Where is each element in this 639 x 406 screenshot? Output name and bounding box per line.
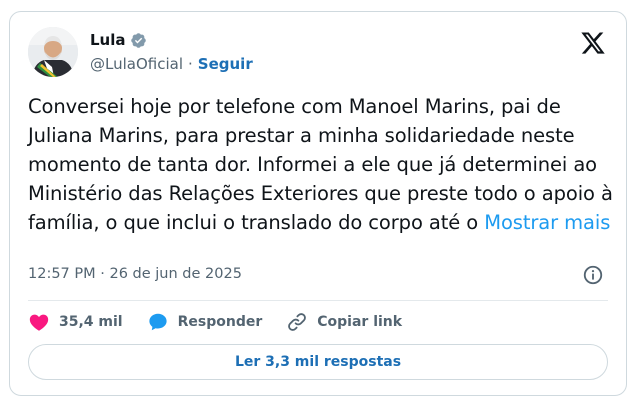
copy-link-button[interactable]: Copiar link — [286, 311, 402, 333]
avatar[interactable] — [28, 27, 78, 77]
show-more-link[interactable]: Mostrar mais — [484, 211, 610, 234]
author-name-row: Lula — [90, 31, 147, 49]
author-name[interactable]: Lula — [90, 31, 126, 49]
like-count: 35,4 mil — [59, 314, 123, 330]
info-icon[interactable] — [582, 264, 604, 286]
verified-badge-icon — [130, 32, 146, 48]
x-logo-icon[interactable] — [580, 30, 606, 56]
reply-bubble-icon — [148, 313, 167, 331]
author-handle-row: @LulaOficial · Seguir — [90, 55, 253, 73]
author-handle[interactable]: @LulaOficial — [90, 55, 183, 73]
like-button[interactable]: 35,4 mil — [28, 311, 123, 333]
tweet-actions: 35,4 mil Responder Copiar link — [28, 309, 426, 335]
heart-icon — [29, 314, 49, 331]
read-replies-button[interactable]: Ler 3,3 mil respostas — [28, 344, 608, 380]
copy-link-label: Copiar link — [317, 314, 403, 330]
separator-dot: · — [188, 55, 193, 73]
reply-label: Responder — [177, 314, 263, 330]
tweet-card: Lula @LulaOficial · Seguir Conversei hoj… — [9, 11, 627, 396]
tweet-text: Conversei hoje por telefone com Manoel M… — [28, 92, 618, 237]
divider — [28, 300, 608, 301]
link-icon — [288, 313, 307, 331]
reply-button[interactable]: Responder — [147, 311, 263, 333]
tweet-timestamp[interactable]: 12:57 PM · 26 de jun de 2025 — [28, 266, 242, 282]
avatar-image — [28, 27, 78, 77]
follow-button[interactable]: Seguir — [198, 55, 253, 73]
